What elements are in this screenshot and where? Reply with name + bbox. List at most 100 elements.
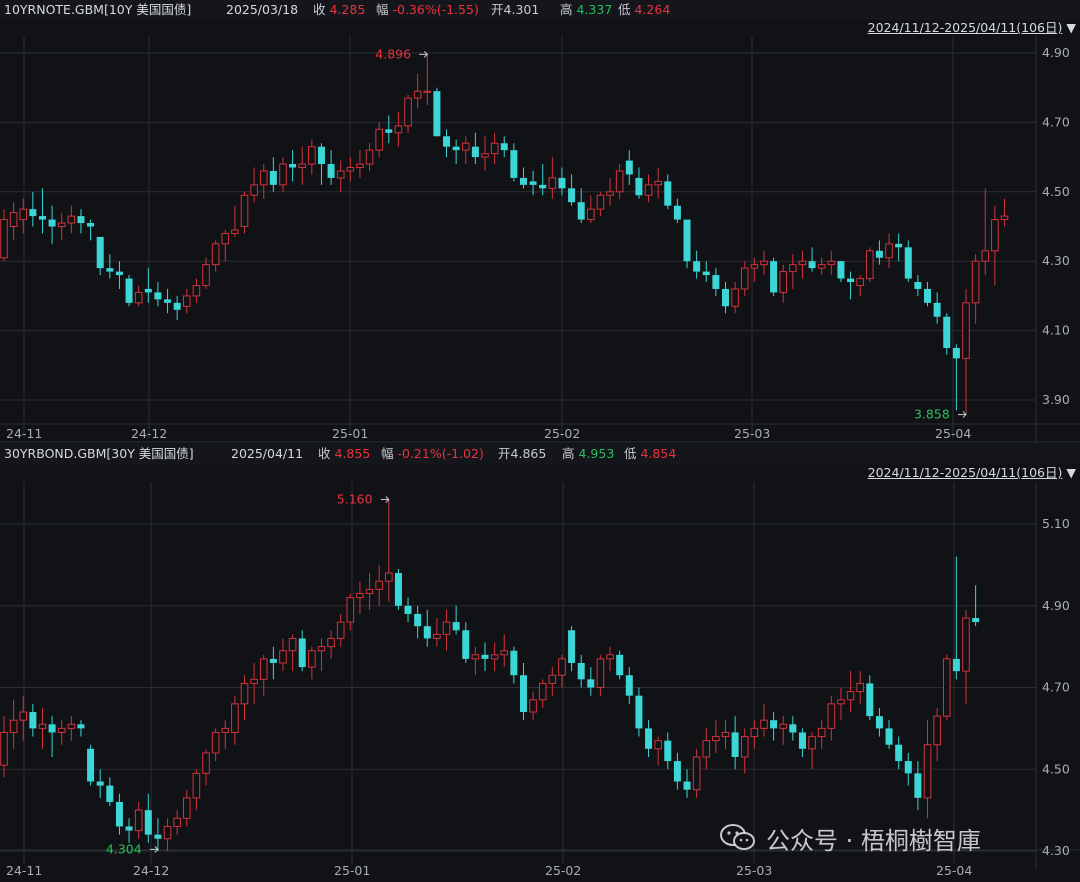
candle: [587, 195, 595, 224]
y-tick-label: 4.50: [1042, 761, 1070, 776]
candle-body: [827, 703, 836, 729]
candle-body: [539, 184, 547, 189]
candle-body: [125, 278, 133, 303]
x-tick-label: 25-04: [935, 426, 971, 441]
candle-body: [221, 232, 230, 245]
candle: [481, 136, 489, 171]
candle: [923, 720, 932, 819]
candle-body: [259, 170, 268, 186]
candle-body: [279, 163, 287, 186]
candle-body: [182, 797, 191, 819]
candle-body: [38, 723, 47, 729]
candle: [163, 818, 172, 851]
candle: [529, 691, 537, 721]
candle: [433, 618, 441, 647]
candle: [87, 219, 95, 241]
candle-body: [404, 97, 412, 127]
candle-body: [346, 597, 355, 623]
candle-body: [895, 243, 903, 248]
candle-body: [298, 638, 306, 668]
candle: [692, 748, 701, 798]
x-tick-label: 25-01: [332, 426, 368, 441]
candle: [760, 250, 768, 276]
candle: [452, 605, 460, 635]
candle: [827, 695, 836, 741]
candle-body: [259, 658, 268, 680]
candle: [259, 164, 268, 199]
candle-body: [202, 752, 210, 774]
candle: [895, 736, 903, 770]
candle-body: [134, 291, 143, 304]
candle-body: [693, 261, 701, 272]
candle: [336, 613, 345, 647]
candle-body: [231, 229, 239, 234]
candle: [490, 642, 499, 672]
candle: [394, 111, 403, 147]
candle: [365, 143, 374, 171]
candle: [404, 597, 412, 623]
candle: [462, 622, 470, 663]
candle: [250, 662, 258, 704]
candle-body: [923, 744, 932, 799]
candle: [346, 593, 355, 631]
candle: [289, 150, 297, 182]
candle-body: [394, 125, 403, 134]
candle-body: [510, 150, 518, 178]
candle-body: [48, 219, 56, 227]
candle-body: [740, 736, 749, 758]
candle: [548, 157, 557, 199]
candle-body: [173, 817, 181, 827]
candle: [577, 188, 585, 224]
candle: [1000, 198, 1009, 227]
candle-body: [972, 618, 980, 623]
candle: [596, 654, 605, 696]
candle: [202, 748, 210, 786]
candle-body: [673, 761, 681, 782]
candle: [837, 261, 845, 283]
candle-body: [250, 184, 258, 196]
candle-body: [895, 744, 903, 762]
candle: [885, 233, 893, 269]
candle-body: [587, 208, 595, 221]
candle: [866, 247, 874, 283]
candle-body: [933, 715, 941, 746]
x-tick-label: 24-11: [6, 863, 42, 878]
candle: [0, 716, 8, 778]
candle: [587, 667, 595, 696]
candle-body: [154, 292, 162, 300]
y-tick-label: 4.90: [1042, 45, 1070, 60]
candle: [9, 202, 18, 241]
candle-body: [317, 146, 325, 165]
candle: [875, 707, 883, 737]
candle-body: [625, 160, 633, 175]
candle: [664, 732, 672, 770]
candle: [442, 609, 451, 651]
candle: [673, 198, 681, 224]
candle: [895, 233, 903, 262]
candle: [798, 250, 807, 279]
candle-body: [1000, 215, 1009, 221]
candle-body: [144, 288, 152, 293]
candle-body: [19, 711, 28, 721]
candle-body: [154, 834, 162, 839]
candle: [971, 254, 980, 324]
candle: [615, 164, 624, 199]
candle: [308, 646, 316, 680]
candle-body: [847, 278, 855, 283]
candle: [192, 769, 201, 811]
y-tick-label: 3.90: [1042, 392, 1070, 407]
candle-body: [365, 588, 374, 594]
candle-body: [67, 215, 76, 224]
candle-body: [298, 163, 307, 169]
candle: [712, 720, 720, 753]
watermark: 公众号 · 梧桐樹智庫: [720, 820, 981, 856]
candle: [770, 712, 778, 741]
candle-body: [779, 271, 788, 293]
candle-body: [173, 302, 181, 310]
candle: [606, 177, 614, 206]
candle: [904, 752, 912, 786]
x-tick-label: 25-02: [545, 863, 581, 878]
candle-body: [442, 621, 451, 635]
candle: [443, 129, 451, 158]
x-tick-label: 25-03: [736, 863, 772, 878]
